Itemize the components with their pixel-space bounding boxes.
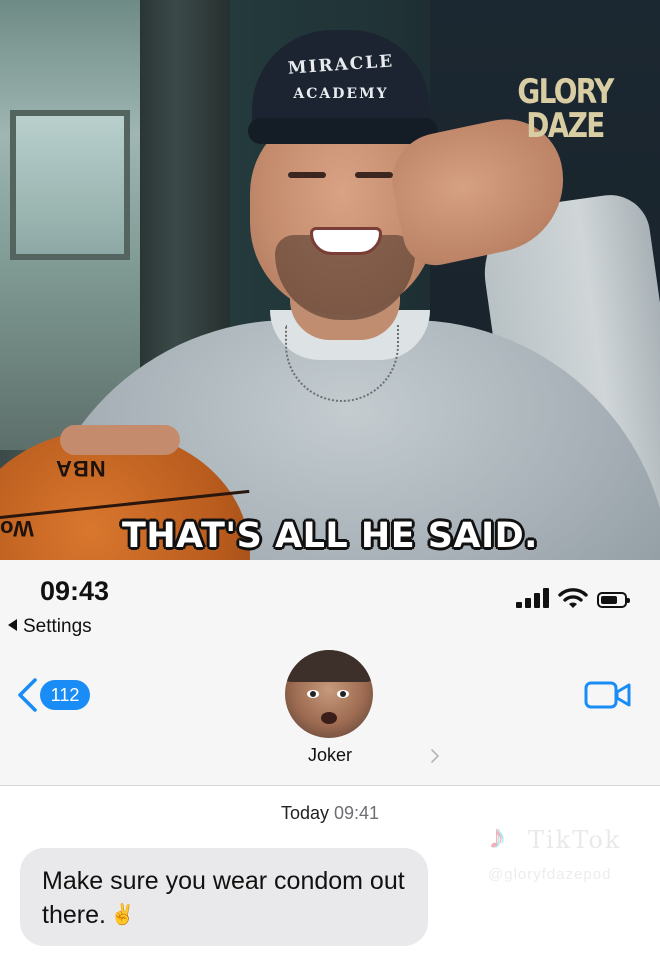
- fingers-on-ball: [60, 425, 180, 455]
- status-time: 09:43: [40, 576, 110, 606]
- cap-brim: [248, 118, 438, 144]
- chevron-right-icon[interactable]: [431, 749, 439, 763]
- tiktok-logo-icon: ♪: [488, 818, 505, 856]
- battery-icon: [597, 592, 630, 608]
- show-logo-line1: GLORY: [517, 72, 614, 112]
- status-bar: 09:43 Settings: [0, 560, 660, 650]
- left-eye: [288, 172, 326, 178]
- chevron-left-icon[interactable]: [14, 677, 40, 713]
- contact-name[interactable]: Joker: [0, 745, 660, 766]
- right-eye: [355, 172, 393, 178]
- basketball-logo: NBA: [55, 456, 106, 481]
- message-text: Make sure you wear condom out there.: [42, 867, 405, 929]
- tiktok-watermark-word: TikTok: [528, 826, 622, 854]
- cellular-signal-icon: [516, 588, 550, 608]
- smile: [310, 227, 382, 255]
- back-to-settings-link[interactable]: Settings: [8, 616, 92, 638]
- incoming-message-bubble[interactable]: Make sure you wear condom out there. ✌: [20, 848, 428, 946]
- cap-text-line2: ACADEMY: [293, 86, 389, 102]
- back-to-settings-label: Settings: [23, 616, 92, 637]
- video-camera-icon[interactable]: [584, 680, 632, 710]
- back-triangle-icon: [8, 619, 17, 631]
- contact-avatar[interactable]: [285, 650, 373, 738]
- tiktok-watermark-handle: @gloryfdazepod: [488, 866, 612, 883]
- messages-screenshot: 09:43 Settings 112 Joker Today 09:41 ♪ T…: [0, 560, 660, 953]
- unread-count-badge[interactable]: 112: [40, 680, 90, 710]
- video-caption: THAT'S ALL HE SAID.: [122, 516, 538, 556]
- wifi-icon: [558, 588, 588, 608]
- show-logo: GLORY DAZE: [516, 75, 614, 143]
- victory-hand-emoji: ✌: [109, 904, 135, 926]
- show-logo-line2: DAZE: [526, 106, 605, 146]
- timestamp-time: 09:41: [334, 803, 380, 823]
- conversation-header: 112 Joker: [0, 650, 660, 786]
- video-frame: MIRACLE ACADEMY GLORY DAZE NBA Wo THAT'S…: [0, 0, 660, 560]
- timestamp-day: Today: [280, 803, 329, 823]
- tiktok-watermark: ♪ TikTok @gloryfdazepod: [488, 818, 648, 888]
